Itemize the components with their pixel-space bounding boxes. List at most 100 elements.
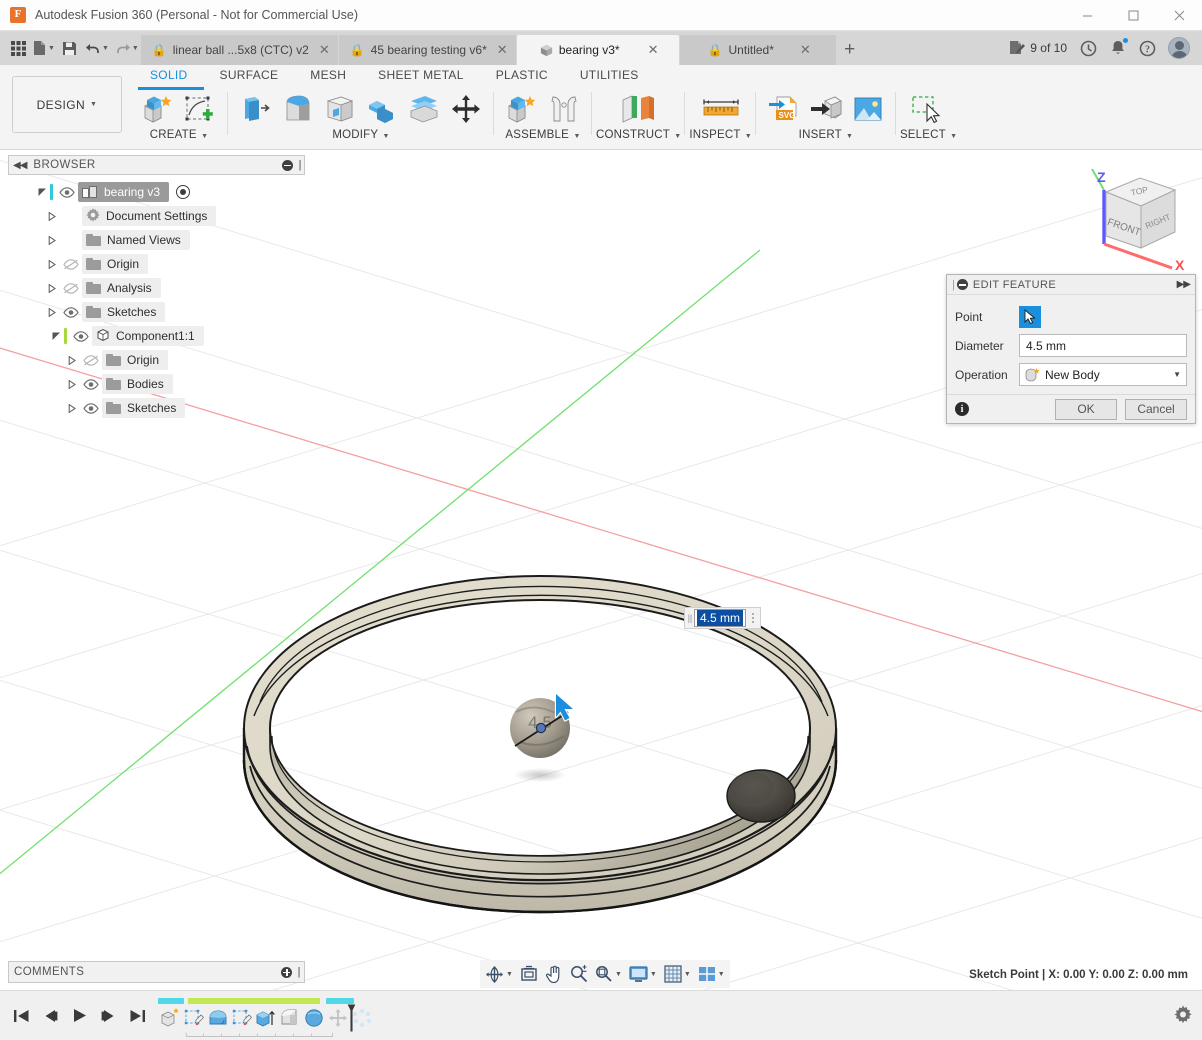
tree-row-analysis[interactable]: Analysis <box>8 276 305 300</box>
tree-label-wrap[interactable]: Origin <box>102 350 169 370</box>
document-tab-1[interactable]: 🔒 45 bearing testing v6* ✕ <box>338 35 516 65</box>
visibility-icon[interactable] <box>60 306 82 318</box>
redo-icon[interactable]: ▼ <box>113 35 141 61</box>
dimension-options-icon[interactable] <box>746 613 760 623</box>
close-icon[interactable]: ✕ <box>319 42 330 58</box>
minus-circle-icon[interactable] <box>956 279 968 290</box>
timeline-feature-sketch-1[interactable] <box>182 1006 206 1030</box>
timeline-marker[interactable] <box>347 998 356 1038</box>
tree-label-wrap[interactable]: Origin <box>82 254 149 274</box>
tree-row-document-settings[interactable]: Document Settings <box>8 204 305 228</box>
minimize-button[interactable] <box>1064 0 1110 31</box>
fit-icon[interactable]: ▼ <box>592 961 625 987</box>
timeline-feature-new-component[interactable] <box>158 1006 182 1030</box>
collapse-arrow-icon[interactable] <box>44 235 60 245</box>
revolve-icon[interactable] <box>278 91 318 127</box>
close-icon[interactable]: ✕ <box>648 42 659 58</box>
viewcube[interactable]: Z X TOP FRONT RIGHT <box>1078 164 1198 274</box>
ribbon-group-create-label[interactable]: CREATE ▼ <box>150 127 209 141</box>
visibility-icon[interactable] <box>80 378 102 390</box>
ribbon-group-inspect-label[interactable]: INSPECT ▼ <box>689 127 752 141</box>
app-grid-icon[interactable] <box>7 35 29 61</box>
document-tab-2[interactable]: bearing v3* ✕ <box>516 35 679 65</box>
diameter-input[interactable]: 4.5 mm <box>1019 334 1187 357</box>
ribbon-tab-surface[interactable]: SURFACE <box>204 65 295 87</box>
grip-icon[interactable]: || <box>298 159 301 171</box>
info-icon[interactable]: i <box>955 402 969 416</box>
viewports-icon[interactable]: ▼ <box>695 961 728 987</box>
look-at-icon[interactable] <box>517 961 541 987</box>
insert-svg-icon[interactable]: SVG <box>764 91 804 127</box>
avatar[interactable] <box>1164 34 1194 62</box>
maximize-button[interactable] <box>1110 0 1156 31</box>
tree-label-wrap[interactable]: Bodies <box>102 374 173 394</box>
tree-row-component-sketches[interactable]: Sketches <box>8 396 305 420</box>
tree-label-wrap[interactable]: Sketches <box>82 302 166 322</box>
joint-icon[interactable] <box>544 91 584 127</box>
visibility-icon[interactable] <box>80 402 102 414</box>
collapse-arrow-icon[interactable] <box>44 283 60 293</box>
shell-icon[interactable] <box>404 91 444 127</box>
activate-component-radio[interactable] <box>176 185 191 199</box>
grid-snaps-icon[interactable]: ▼ <box>661 961 694 987</box>
collapse-left-icon[interactable]: ◀◀ <box>13 160 27 171</box>
visibility-off-icon[interactable] <box>80 354 102 366</box>
file-count-indicator[interactable]: 9 of 10 <box>1004 34 1072 62</box>
ribbon-group-assemble-label[interactable]: ASSEMBLE ▼ <box>505 127 580 141</box>
ribbon-tab-plastic[interactable]: PLASTIC <box>480 65 564 87</box>
go-to-end-icon[interactable] <box>124 1001 150 1031</box>
visibility-icon[interactable] <box>56 186 78 198</box>
ribbon-group-modify-label[interactable]: MODIFY ▼ <box>332 127 389 141</box>
insert-mcmaster-icon[interactable] <box>806 91 846 127</box>
ribbon-group-select-label[interactable]: SELECT ▼ <box>900 127 957 141</box>
grip-icon[interactable]: | <box>952 279 955 291</box>
collapse-arrow-icon[interactable] <box>44 211 60 221</box>
timeline-feature-fillet[interactable] <box>278 1006 302 1030</box>
tree-label-wrap[interactable]: Analysis <box>82 278 161 298</box>
collapse-arrow-icon[interactable] <box>44 307 60 317</box>
orbit-icon[interactable]: ▼ <box>482 961 516 987</box>
document-tab-0[interactable]: 🔒 linear ball ...5x8 (CTC) v2 ✕ <box>140 35 338 65</box>
tree-label-wrap[interactable]: Document Settings <box>82 206 217 226</box>
workspace-switcher[interactable]: DESIGN ▼ <box>12 76 122 133</box>
collapse-arrow-icon[interactable] <box>64 379 80 389</box>
grip-icon[interactable]: ||| <box>685 608 694 628</box>
save-icon[interactable] <box>59 35 81 61</box>
expand-right-icon[interactable]: ▶▶ <box>1177 279 1191 290</box>
canvas-dimension-input[interactable]: ||| 4.5 mm <box>684 607 762 629</box>
step-forward-icon[interactable] <box>95 1001 121 1031</box>
tree-row-named-views[interactable]: Named Views <box>8 228 305 252</box>
collapse-arrow-icon[interactable] <box>44 259 60 269</box>
display-settings-icon[interactable]: ▼ <box>626 961 660 987</box>
new-tab-button[interactable]: + <box>836 35 863 65</box>
insert-image-icon[interactable] <box>848 91 888 127</box>
hole-icon[interactable] <box>320 91 360 127</box>
tree-row-bodies[interactable]: Bodies <box>8 372 305 396</box>
dialog-header[interactable]: | EDIT FEATURE ▶▶ <box>947 275 1195 295</box>
notifications-icon[interactable] <box>1105 34 1131 62</box>
select-window-icon[interactable] <box>905 91 953 127</box>
tree-label-wrap[interactable]: Sketches <box>102 398 186 418</box>
expand-arrow-icon[interactable] <box>34 188 50 197</box>
pan-icon[interactable] <box>542 961 566 987</box>
tree-label-wrap[interactable]: Named Views <box>82 230 190 250</box>
document-tab-3[interactable]: 🔒 Untitled* ✕ <box>679 35 836 65</box>
extrude-icon[interactable] <box>236 91 276 127</box>
visibility-off-icon[interactable] <box>60 258 82 270</box>
collapse-arrow-icon[interactable] <box>64 403 80 413</box>
move-copy-icon[interactable] <box>446 91 486 127</box>
history-icon[interactable] <box>1075 34 1102 62</box>
timeline-feature-extrude[interactable] <box>254 1006 278 1030</box>
offset-plane-icon[interactable] <box>616 91 662 127</box>
ribbon-tab-mesh[interactable]: MESH <box>294 65 362 87</box>
ribbon-group-insert-label[interactable]: INSERT ▼ <box>799 127 854 141</box>
close-button[interactable] <box>1156 0 1202 31</box>
comments-panel[interactable]: COMMENTS || <box>8 961 305 983</box>
timeline-feature-sphere[interactable] <box>302 1006 326 1030</box>
ribbon-group-construct-label[interactable]: CONSTRUCT ▼ <box>596 127 681 141</box>
undo-icon[interactable]: ▼ <box>83 35 111 61</box>
dimension-field[interactable]: 4.5 mm <box>694 609 747 627</box>
point-selection-button[interactable] <box>1019 305 1041 328</box>
expand-arrow-icon[interactable] <box>48 332 64 341</box>
ok-button[interactable]: OK <box>1055 398 1117 420</box>
